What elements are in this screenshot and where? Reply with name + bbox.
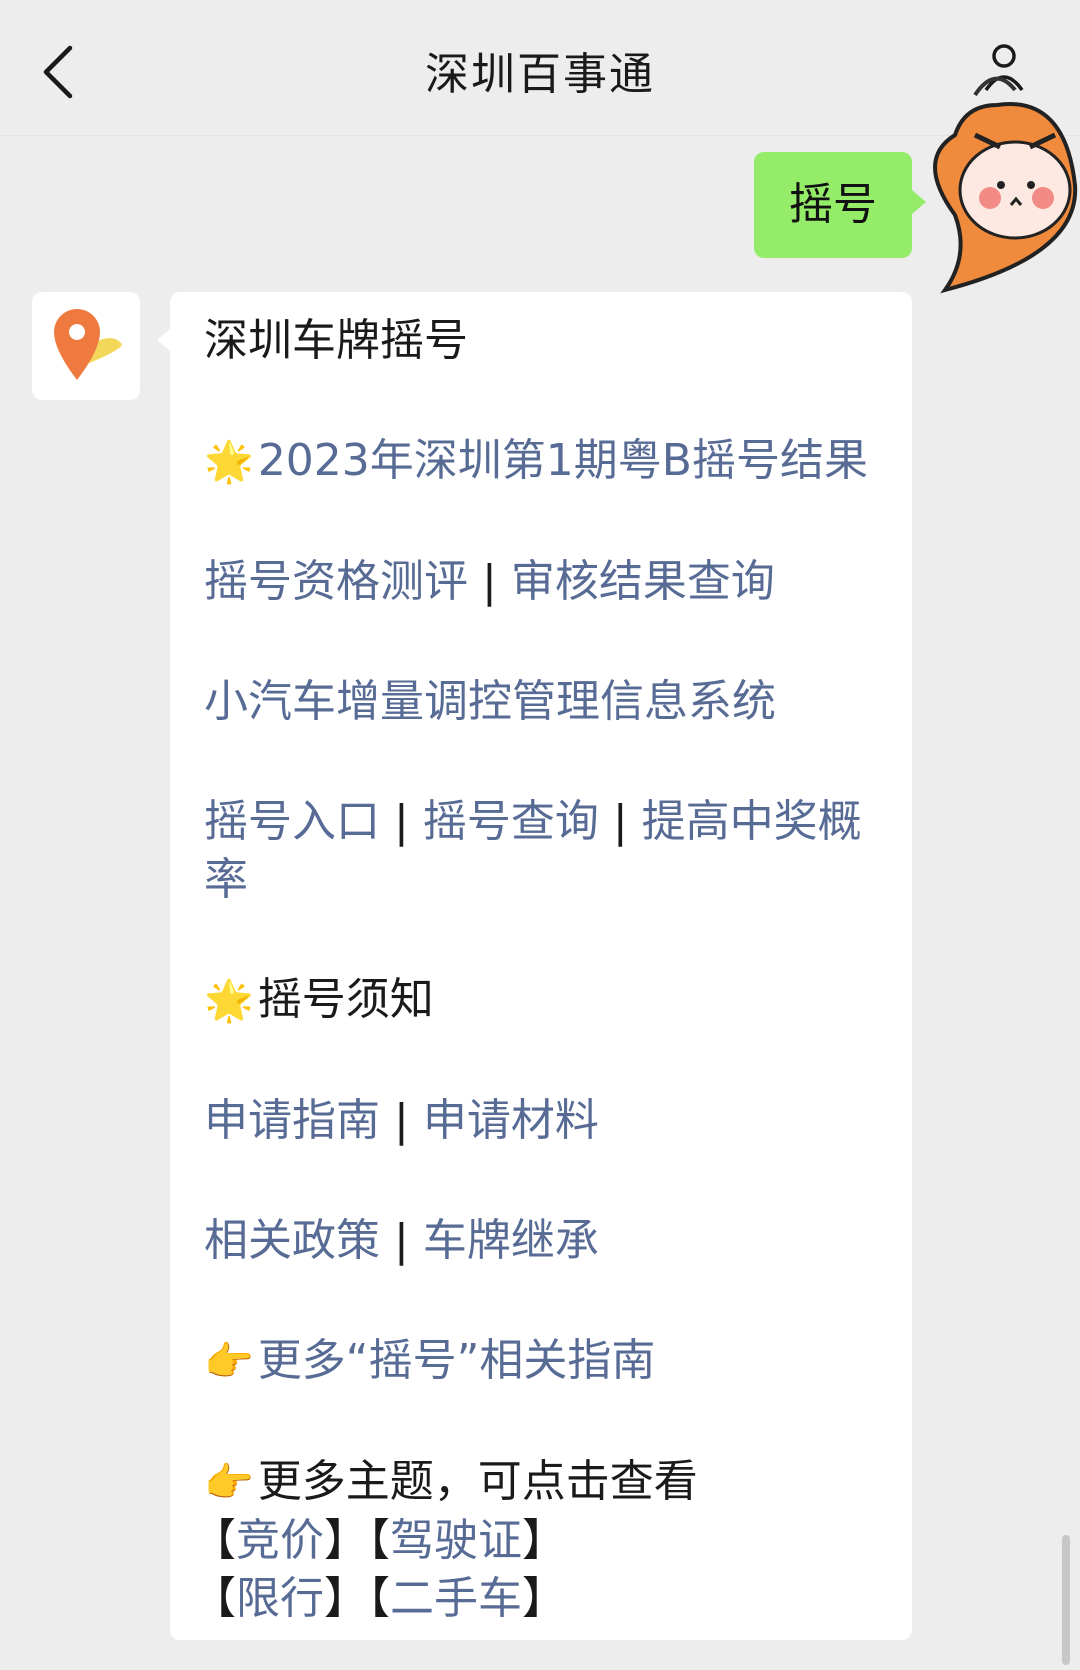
location-pin-icon bbox=[54, 309, 122, 380]
topic-license-link[interactable]: 驾驶证 bbox=[390, 1515, 522, 1566]
bracket-open: 【 bbox=[368, 1573, 390, 1624]
bracket-open: 【 bbox=[368, 1515, 390, 1566]
user-avatar[interactable] bbox=[915, 65, 1080, 300]
notice-heading: 摇号须知 bbox=[257, 974, 434, 1025]
policy-link[interactable]: 相关政策 bbox=[204, 1215, 380, 1266]
bracket-close: 】 bbox=[522, 1573, 566, 1624]
bracket-open: 【 bbox=[192, 1515, 236, 1566]
more-topics-text: 更多主题，可点击查看 bbox=[257, 1456, 698, 1507]
topic-limit-link[interactable]: 限行 bbox=[236, 1573, 324, 1624]
entry-link[interactable]: 摇号入口 bbox=[204, 796, 380, 847]
bracket-close: 】 bbox=[324, 1573, 368, 1624]
policy-row: 相关政策 | 车牌继承 bbox=[204, 1212, 878, 1270]
bot-avatar[interactable] bbox=[32, 292, 140, 400]
qualification-link[interactable]: 摇号资格测评 bbox=[204, 556, 468, 607]
topics-row-2: 【限行】【二手车】 bbox=[192, 1570, 878, 1628]
entry-row: 摇号入口 | 摇号查询 | 提高中奖概 bbox=[204, 793, 878, 851]
entry-row-wrap: 率 bbox=[204, 851, 878, 909]
separator: | bbox=[612, 796, 628, 847]
star-icon: 🌟 bbox=[204, 439, 254, 485]
notice-heading-row: 🌟摇号须知 bbox=[204, 971, 878, 1030]
topic-bid-link[interactable]: 竞价 bbox=[236, 1515, 324, 1566]
user-message-bubble[interactable]: 摇号 bbox=[754, 152, 926, 258]
result-link-row: 🌟2023年深圳第1期粤B摇号结果 bbox=[204, 432, 878, 491]
cartoon-avatar-icon bbox=[933, 76, 1078, 294]
separator: | bbox=[394, 796, 409, 847]
bracket-close: 】 bbox=[522, 1515, 566, 1566]
topic-used-car-link[interactable]: 二手车 bbox=[390, 1573, 522, 1624]
bot-message-bubble: 深圳车牌摇号 🌟2023年深圳第1期粤B摇号结果 摇号资格测评 | 审核结果查询… bbox=[157, 292, 912, 1640]
inheritance-link[interactable]: 车牌继承 bbox=[423, 1215, 599, 1266]
bracket-open: 【 bbox=[192, 1573, 236, 1624]
scrollbar[interactable] bbox=[1062, 1535, 1070, 1665]
guide-row: 申请指南 | 申请材料 bbox=[204, 1092, 878, 1150]
bracket-close: 】 bbox=[324, 1515, 368, 1566]
separator: | bbox=[394, 1215, 409, 1266]
pointing-hand-icon: 👉 bbox=[204, 1460, 254, 1506]
more-guides-row: 👉更多“摇号”相关指南 bbox=[204, 1332, 878, 1391]
result-link[interactable]: 2023年深圳第1期粤B摇号结果 bbox=[258, 435, 868, 486]
guide-link[interactable]: 申请指南 bbox=[204, 1095, 380, 1146]
qualification-row: 摇号资格测评 | 审核结果查询 bbox=[204, 553, 878, 611]
probability-link[interactable]: 提高中奖概 bbox=[642, 796, 862, 847]
separator: | bbox=[394, 1095, 409, 1146]
star-icon: 🌟 bbox=[204, 978, 254, 1024]
review-result-link[interactable]: 审核结果查询 bbox=[511, 556, 775, 607]
probability-link-cont[interactable]: 率 bbox=[204, 854, 248, 905]
system-row: 小汽车增量调控管理信息系统 bbox=[204, 673, 878, 731]
system-link[interactable]: 小汽车增量调控管理信息系统 bbox=[204, 676, 776, 727]
bot-heading: 深圳车牌摇号 bbox=[204, 315, 468, 366]
more-guides-link[interactable]: 更多“摇号”相关指南 bbox=[258, 1335, 656, 1386]
separator: | bbox=[482, 556, 497, 607]
query-link[interactable]: 摇号查询 bbox=[423, 796, 599, 847]
materials-link[interactable]: 申请材料 bbox=[423, 1095, 599, 1146]
topics-row-1: 【竞价】【驾驶证】 bbox=[192, 1512, 878, 1570]
pointing-hand-icon: 👉 bbox=[204, 1339, 254, 1385]
more-topics-row: 👉更多主题，可点击查看 bbox=[204, 1453, 878, 1512]
